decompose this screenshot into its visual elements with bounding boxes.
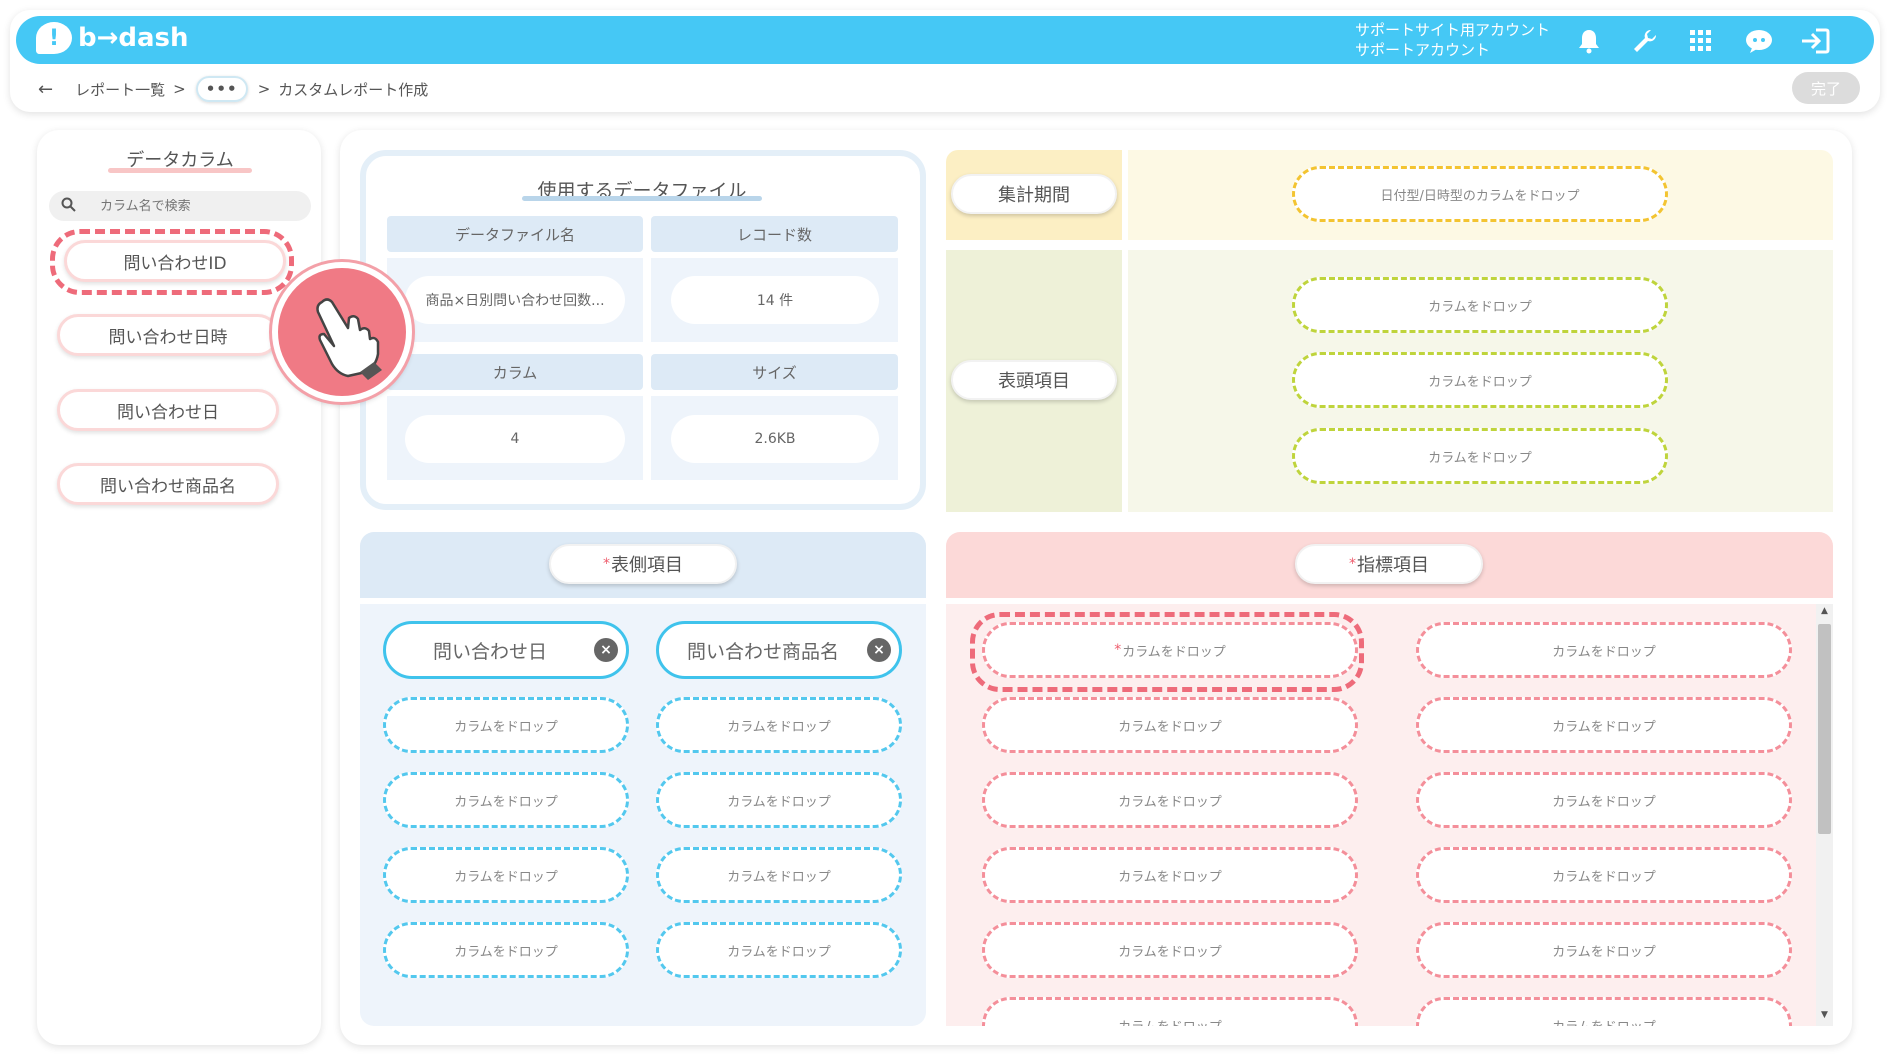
side-item-filled[interactable]: 問い合わせ商品名 × — [656, 621, 902, 679]
metric-items-label-text: 指標項目 — [1357, 555, 1429, 576]
scroll-down-arrow-icon[interactable]: ▼ — [1818, 1010, 1831, 1020]
side-item-drop-zone[interactable]: カラムをドロップ — [656, 772, 902, 828]
drop-zone-label: カラムをドロップ — [1122, 644, 1226, 660]
header-item-drop-zone[interactable]: カラムをドロップ — [1292, 277, 1668, 333]
data-file-title-underline — [522, 196, 762, 201]
metric-item-drop-zone[interactable]: カラムをドロップ — [1416, 697, 1792, 753]
grid-icon[interactable] — [1684, 24, 1718, 58]
side-item-label: 問い合わせ商品名 — [686, 640, 839, 663]
data-file-name-value: 商品×日別問い合わせ回数... — [405, 276, 625, 324]
metric-items-label: * 指標項目 — [1295, 544, 1483, 584]
sidebar-title-underline — [108, 168, 252, 173]
column-count-value: 4 — [405, 415, 625, 463]
side-items-label-text: 表側項目 — [611, 555, 683, 576]
side-item-drop-zone[interactable]: カラムをドロップ — [383, 922, 629, 978]
metric-item-drop-zone[interactable]: カラムをドロップ — [982, 847, 1358, 903]
column-chip-inquiry-datetime[interactable]: 問い合わせ日時 — [57, 314, 279, 356]
side-item-filled[interactable]: 問い合わせ日 × — [383, 621, 629, 679]
account-info[interactable]: サポートサイト用アカウント サポートアカウント — [1355, 20, 1550, 60]
breadcrumb-current: カスタムレポート作成 — [278, 80, 429, 99]
period-drop-zone[interactable]: 日付型/日時型のカラムをドロップ — [1292, 166, 1668, 222]
required-mark: * — [1114, 642, 1122, 658]
breadcrumb-report-list[interactable]: レポート一覧 — [75, 79, 165, 100]
header-item-drop-zone[interactable]: カラムをドロップ — [1292, 428, 1668, 484]
scroll-up-arrow-icon[interactable]: ▲ — [1818, 606, 1831, 616]
scrollbar-thumb[interactable] — [1818, 624, 1831, 834]
bell-icon[interactable] — [1572, 24, 1606, 58]
search-input[interactable] — [100, 198, 280, 214]
column-search[interactable] — [49, 191, 311, 221]
side-item-drop-zone[interactable]: カラムをドロップ — [656, 847, 902, 903]
brand-logo[interactable]: ! b→dash — [36, 22, 189, 54]
header-items-label: 表頭項目 — [951, 360, 1117, 400]
breadcrumb-separator: > — [257, 80, 271, 98]
breadcrumb-more-button[interactable]: ••• — [195, 76, 248, 102]
required-mark: * — [1349, 556, 1356, 572]
breadcrumb: ← レポート一覧 > ••• > カスタムレポート作成 — [38, 76, 428, 102]
breadcrumb-separator: > — [173, 80, 186, 98]
metric-item-drop-zone[interactable]: カラムをドロップ — [982, 697, 1358, 753]
data-file-name-header: データファイル名 — [387, 216, 643, 252]
side-item-label: 問い合わせ日 — [432, 640, 547, 663]
size-value: 2.6KB — [671, 415, 879, 463]
logout-icon[interactable] — [1798, 24, 1832, 58]
column-chip-inquiry-product[interactable]: 問い合わせ商品名 — [57, 463, 279, 505]
metric-item-drop-zone[interactable]: カラムをドロップ — [1416, 922, 1792, 978]
remove-icon[interactable]: × — [867, 638, 891, 662]
header-item-drop-zone[interactable]: カラムをドロップ — [1292, 352, 1668, 408]
column-count-header: カラム — [387, 354, 643, 390]
drag-hand-cursor-icon — [272, 262, 412, 402]
account-user-name: サポートアカウント — [1355, 41, 1491, 59]
done-button[interactable]: 完了 — [1792, 72, 1860, 104]
back-arrow-icon[interactable]: ← — [38, 79, 53, 100]
side-item-drop-zone[interactable]: カラムをドロップ — [383, 847, 629, 903]
metric-item-drop-zone[interactable]: カラムをドロップ — [982, 997, 1358, 1026]
brand-name: b→dash — [78, 23, 189, 53]
metric-item-drop-zone[interactable]: カラムをドロップ — [1416, 847, 1792, 903]
search-icon — [61, 197, 76, 216]
side-item-drop-zone[interactable]: カラムをドロップ — [383, 697, 629, 753]
record-count-value: 14 件 — [671, 276, 879, 324]
metric-items-body: * カラムをドロップ カラムをドロップ カラムをドロップ カラムをドロップ カラム… — [946, 604, 1816, 1026]
side-item-drop-zone[interactable]: カラムをドロップ — [383, 772, 629, 828]
required-mark: * — [603, 556, 610, 572]
record-count-header: レコード数 — [651, 216, 898, 252]
metric-item-drop-zone[interactable]: * カラムをドロップ — [982, 622, 1358, 678]
side-item-drop-zone[interactable]: カラムをドロップ — [656, 922, 902, 978]
wrench-icon[interactable] — [1628, 24, 1662, 58]
metric-item-drop-zone[interactable]: カラムをドロップ — [1416, 997, 1792, 1026]
column-chip-inquiry-id[interactable]: 問い合わせID — [64, 240, 286, 282]
account-site-name: サポートサイト用アカウント — [1355, 21, 1551, 39]
side-item-drop-zone[interactable]: カラムをドロップ — [656, 697, 902, 753]
size-header: サイズ — [651, 354, 898, 390]
side-items-label: * 表側項目 — [549, 544, 737, 584]
period-label: 集計期間 — [951, 174, 1117, 214]
logo-bubble-icon: ! — [36, 22, 72, 54]
metric-item-drop-zone[interactable]: カラムをドロップ — [982, 772, 1358, 828]
metric-item-drop-zone[interactable]: カラムをドロップ — [982, 922, 1358, 978]
remove-icon[interactable]: × — [594, 638, 618, 662]
metric-item-drop-zone[interactable]: カラムをドロップ — [1416, 622, 1792, 678]
column-chip-inquiry-date[interactable]: 問い合わせ日 — [57, 389, 279, 431]
metric-item-drop-zone[interactable]: カラムをドロップ — [1416, 772, 1792, 828]
chat-bot-icon[interactable] — [1742, 24, 1776, 58]
